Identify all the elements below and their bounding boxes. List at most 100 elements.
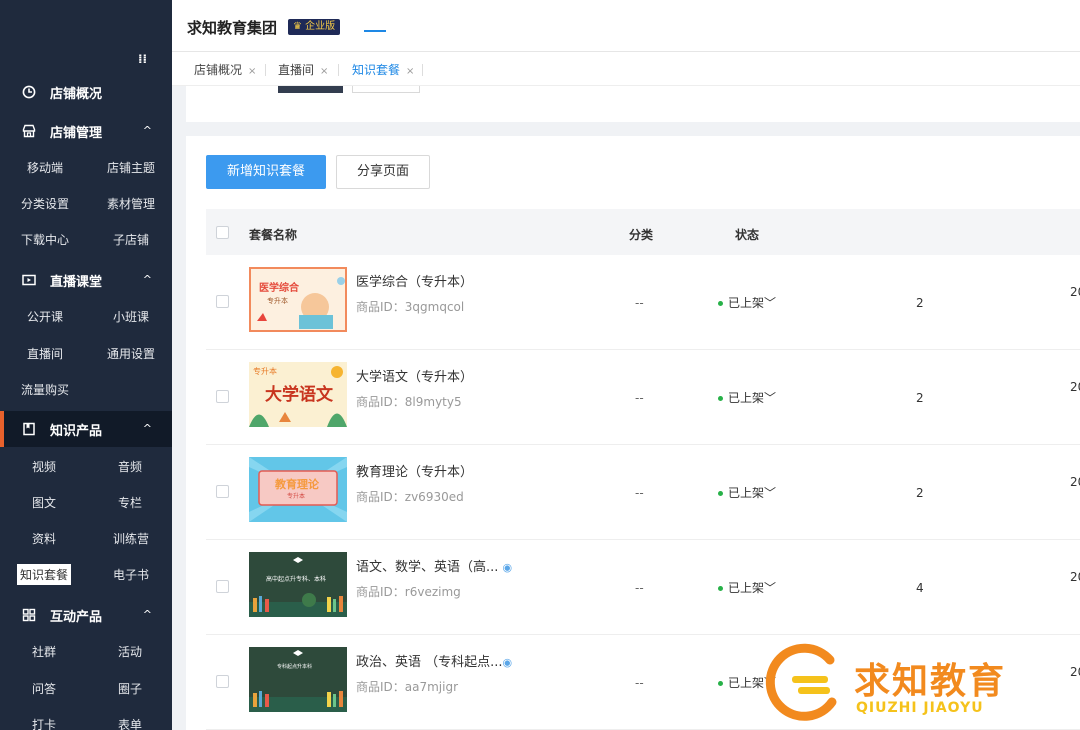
sidebar-item-audio[interactable]: 音频 <box>118 458 142 475</box>
tab-knowledge-package[interactable]: 知识套餐 × <box>352 61 414 78</box>
sidebar-item-mobile[interactable]: 移动端 <box>27 159 63 176</box>
status-dot <box>718 396 723 401</box>
created-date: 20 <box>1070 380 1080 394</box>
book-icon <box>22 422 36 436</box>
select-all-checkbox[interactable] <box>216 226 229 239</box>
eye-icon[interactable]: ◉ <box>503 656 513 669</box>
sidebar-collapse-icon[interactable]: ⁞⁞ <box>138 52 150 66</box>
grid-icon <box>22 608 36 622</box>
row-checkbox[interactable] <box>216 675 229 688</box>
sidebar-item-open-course[interactable]: 公开课 <box>27 308 63 325</box>
sidebar-item-category[interactable]: 分类设置 <box>21 195 69 212</box>
row-checkbox[interactable] <box>216 390 229 403</box>
sidebar-item-download[interactable]: 下载中心 <box>21 231 69 248</box>
status-label: 已上架 <box>728 581 765 595</box>
product-id: 商品ID：aa7mjigr <box>356 680 459 694</box>
chevron-down-icon: ﹀ <box>764 296 777 310</box>
sidebar-item-small-class[interactable]: 小班课 <box>113 308 149 325</box>
close-icon[interactable]: × <box>248 66 256 77</box>
product-thumbnail[interactable]: 教育理论 专升本 <box>249 457 347 522</box>
sidebar-group-live[interactable]: 直播课堂 ^ <box>0 262 172 298</box>
sidebar-item-theme[interactable]: 店铺主题 <box>107 159 155 176</box>
eye-icon[interactable]: ◉ <box>503 561 513 574</box>
sidebar-item-ebook[interactable]: 电子书 <box>113 566 149 583</box>
thumb-title: 大学语文 <box>265 385 333 405</box>
status-dropdown[interactable]: 已上架﹀ <box>718 294 776 311</box>
status-dot <box>718 491 723 496</box>
sidebar-group-store[interactable]: 店铺管理 ^ <box>0 113 172 149</box>
product-id: 商品ID：3qgmqcol <box>356 300 465 314</box>
sidebar: ⁞⁞ 店铺概况 店铺管理 ^ 移动端 店铺主题 分类设置 素材管理 下载中心 子… <box>0 0 172 730</box>
product-name[interactable]: 政治、英语 （专科起点...◉ <box>356 651 512 670</box>
course-count: 2 <box>916 486 924 500</box>
product-thumbnail[interactable]: 医学综合 专升本 <box>249 267 347 332</box>
sidebar-item-activity[interactable]: 活动 <box>118 643 142 660</box>
status-dropdown[interactable]: 已上架﹀ <box>718 579 776 596</box>
close-icon[interactable]: × <box>320 66 328 77</box>
product-id: 商品ID：zv6930ed <box>356 490 464 504</box>
tab-divider <box>422 64 423 76</box>
tab-store-overview[interactable]: 店铺概况 × <box>194 61 256 78</box>
product-name[interactable]: 语文、数学、英语（高... ◉ <box>356 556 512 575</box>
row-checkbox[interactable] <box>216 295 229 308</box>
sidebar-item-form[interactable]: 表单 <box>118 716 142 730</box>
product-name-text: 语文、数学、英语（高... <box>356 560 499 575</box>
status-dropdown[interactable]: 已上架﹀ <box>718 484 776 501</box>
status-dropdown[interactable]: 已上架﹀ <box>718 389 776 406</box>
sidebar-item-camp[interactable]: 训练营 <box>113 530 149 547</box>
sidebar-item-substore[interactable]: 子店铺 <box>113 231 149 248</box>
sidebar-item-checkin[interactable]: 打卡 <box>32 716 56 730</box>
tab-label: 知识套餐 <box>352 63 401 77</box>
sidebar-item-package[interactable]: 知识套餐 <box>17 564 72 585</box>
sidebar-item-traffic[interactable]: 流量购买 <box>21 381 69 398</box>
chevron-down-icon: ﹀ <box>764 391 777 405</box>
product-name[interactable]: 教育理论（专升本） <box>356 461 473 480</box>
sidebar-item-community[interactable]: 社群 <box>32 643 56 660</box>
product-category: -- <box>635 581 644 595</box>
column-header-category: 分类 <box>629 228 654 242</box>
sidebar-item-article[interactable]: 图文 <box>32 494 56 511</box>
share-page-button[interactable]: 分享页面 <box>336 155 430 189</box>
product-category: -- <box>635 296 644 310</box>
sidebar-group-knowledge[interactable]: 知识产品 ^ <box>0 411 172 447</box>
sidebar-item-general[interactable]: 通用设置 <box>107 345 155 362</box>
add-package-button[interactable]: 新增知识套餐 <box>206 155 326 189</box>
watermark-logo: 求知教育 QIUZHI JIAOYU <box>758 640 1078 726</box>
table-row: 高中起点升专科、本科 语文、数学、英语（高... ◉ 商品ID：r6vezimg… <box>206 540 1080 635</box>
status-dot <box>718 301 723 306</box>
brand-title: 求知教育集团 <box>187 19 278 37</box>
search-button[interactable] <box>278 86 343 93</box>
created-date: 20 <box>1070 570 1080 584</box>
status-dot <box>718 586 723 591</box>
product-name[interactable]: 医学综合（专升本） <box>356 271 473 290</box>
sidebar-item-circle[interactable]: 圈子 <box>118 680 142 697</box>
sidebar-item-material[interactable]: 素材管理 <box>107 195 155 212</box>
reset-button[interactable] <box>352 86 420 93</box>
product-name[interactable]: 大学语文（专升本） <box>356 366 473 385</box>
sidebar-item-resource[interactable]: 资料 <box>32 530 56 547</box>
watermark-title: 求知教育 <box>854 661 1007 702</box>
chevron-up-icon: ^ <box>142 608 152 621</box>
table-row: 教育理论 专升本 教育理论（专升本） 商品ID：zv6930ed -- 已上架﹀… <box>206 445 1080 540</box>
chevron-up-icon: ^ <box>142 273 152 286</box>
row-checkbox[interactable] <box>216 580 229 593</box>
sidebar-item-video[interactable]: 视频 <box>32 458 56 475</box>
store-icon <box>22 124 36 138</box>
thumb-title: 教育理论 <box>275 478 319 491</box>
created-date: 20 <box>1070 285 1080 299</box>
product-category: -- <box>635 486 644 500</box>
status-dot <box>718 681 723 686</box>
sidebar-item-column[interactable]: 专栏 <box>118 494 142 511</box>
watermark-subtitle: QIUZHI JIAOYU <box>856 700 984 716</box>
tab-live-room[interactable]: 直播间 × <box>278 61 328 78</box>
sidebar-group-overview[interactable]: 店铺概况 <box>0 74 172 110</box>
course-count: 4 <box>916 581 924 595</box>
product-thumbnail[interactable]: 专升本 大学语文 <box>249 362 347 427</box>
row-checkbox[interactable] <box>216 485 229 498</box>
product-thumbnail[interactable]: 专科起点升本科 <box>249 647 347 712</box>
close-icon[interactable]: × <box>406 66 414 77</box>
sidebar-item-qa[interactable]: 问答 <box>32 680 56 697</box>
sidebar-item-live-room[interactable]: 直播间 <box>27 345 63 362</box>
sidebar-group-interactive[interactable]: 互动产品 ^ <box>0 597 172 633</box>
product-thumbnail[interactable]: 高中起点升专科、本科 <box>249 552 347 617</box>
